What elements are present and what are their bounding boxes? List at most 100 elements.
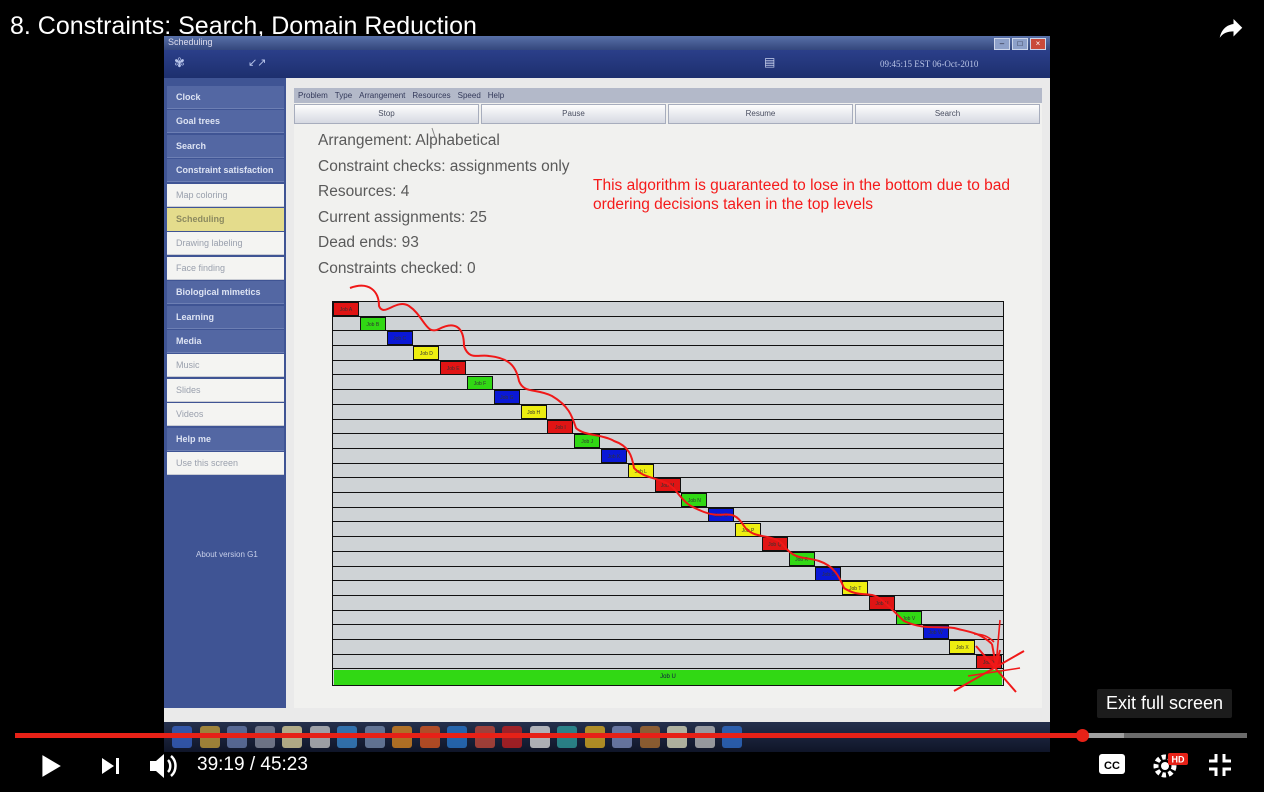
sidebar-item-use-this-screen[interactable]: Use this screen xyxy=(167,452,284,475)
minimize-button[interactable]: – xyxy=(994,38,1010,50)
resources-info: Resources: 4 xyxy=(318,183,410,201)
job-block-red: Job U xyxy=(869,596,895,610)
sidebar-item-media[interactable]: Media xyxy=(167,330,284,353)
app-logo-icon: ✾ xyxy=(174,55,185,70)
constraints-checked-info: Constraints checked: 0 xyxy=(318,260,476,277)
exit-fullscreen-tooltip: Exit full screen xyxy=(1097,689,1233,718)
scrub-handle[interactable] xyxy=(1075,729,1089,742)
grid-row xyxy=(333,537,1003,552)
menu-type[interactable]: Type xyxy=(335,88,352,103)
sidebar: Clock Goal trees Search Constraint satisfac… xyxy=(164,78,286,708)
clock-display: 09:45:15 EST 06-Oct-2010 xyxy=(880,59,979,69)
grid-row xyxy=(333,302,1003,317)
job-block-yellow: Job T xyxy=(842,581,869,596)
grid-row xyxy=(333,331,1003,347)
app-header: ✾ ↙↗ ▤ 09:45:15 EST 06-Oct-2010 xyxy=(164,50,1050,78)
exit-fullscreen-icon[interactable] xyxy=(1207,752,1233,778)
main-panel: Problem Type Arrangement Resources Speed Help… xyxy=(294,88,1042,708)
app-window: Scheduling – □ × ✾ ↙↗ ▤ 09:45:15 EST 06-… xyxy=(164,36,1050,726)
job-block-red: Job Q xyxy=(761,537,788,552)
sidebar-item-map-coloring[interactable]: Map coloring xyxy=(167,183,284,207)
menu-speed[interactable]: Speed xyxy=(458,88,481,103)
resume-button[interactable]: Resume xyxy=(668,104,853,124)
volume-icon[interactable] xyxy=(148,751,180,781)
job-block-blue: Job S xyxy=(815,566,842,581)
arrangement-info: Arrangement: Alphabetical xyxy=(318,132,500,149)
grid-row xyxy=(333,390,1003,405)
grid-row xyxy=(333,361,1003,376)
sidebar-item-search[interactable]: Search xyxy=(167,134,284,158)
job-block-red: Job E xyxy=(440,360,467,375)
play-icon[interactable] xyxy=(37,753,63,779)
job-block-yellow: Job D xyxy=(413,346,440,361)
played-bar xyxy=(15,733,1082,738)
job-block-green: Job N xyxy=(681,493,708,508)
job-block-green: Job V xyxy=(895,610,922,625)
grid-row xyxy=(333,552,1003,567)
menu-help[interactable]: Help xyxy=(488,88,504,103)
grid-row xyxy=(333,434,1003,449)
sidebar-item-constraint-satisfaction[interactable]: Constraint satisfaction xyxy=(167,159,284,183)
time-display: 39:19 / 45:23 xyxy=(197,754,308,775)
sidebar-item-videos[interactable]: Videos xyxy=(167,403,284,427)
window-titlebar: Scheduling – □ × xyxy=(164,36,1050,50)
job-block-green: Job R xyxy=(788,551,815,566)
red-annotation-text: This algorithm is guaranteed to lose in … xyxy=(593,177,1011,213)
grid-row xyxy=(333,508,1003,523)
grid-row xyxy=(333,420,1003,435)
grid-row xyxy=(333,405,1003,420)
sidebar-item-face-finding[interactable]: Face finding xyxy=(167,256,284,280)
job-block-blue: Job K xyxy=(601,449,627,463)
sidebar-item-help-me[interactable]: Help me xyxy=(167,427,284,451)
captions-icon[interactable]: CC xyxy=(1098,753,1126,775)
menu-arrangement[interactable]: Arrangement xyxy=(359,88,405,103)
schedule-grid: Job U Job A Job B Job C Job D Job E Job F Job … xyxy=(332,301,1004,686)
close-button[interactable]: × xyxy=(1030,38,1046,50)
menu-problem[interactable]: Problem xyxy=(298,88,328,103)
grid-row xyxy=(333,376,1003,391)
grid-row xyxy=(333,581,1003,596)
about-version[interactable]: About version G1 xyxy=(196,550,258,559)
grid-row xyxy=(333,625,1003,641)
stop-button[interactable]: Stop xyxy=(294,104,479,124)
sidebar-item-goal-trees[interactable]: Goal trees xyxy=(167,110,284,134)
pause-button[interactable]: Pause xyxy=(481,104,666,124)
svg-text:CC: CC xyxy=(1104,760,1120,772)
sidebar-item-learning[interactable]: Learning xyxy=(167,305,284,329)
next-icon[interactable] xyxy=(99,754,123,778)
menu-bar: Problem Type Arrangement Resources Speed Help xyxy=(294,88,1042,103)
sidebar-item-scheduling[interactable]: Scheduling xyxy=(167,208,284,231)
job-block-red: Job Y xyxy=(976,654,1003,669)
share-icon[interactable] xyxy=(1214,14,1248,44)
menu-resources[interactable]: Resources xyxy=(412,88,450,103)
grid-row xyxy=(333,640,1003,655)
grid-row xyxy=(333,493,1003,508)
maximize-button[interactable]: □ xyxy=(1012,38,1028,50)
job-block-red: Job A xyxy=(333,302,359,316)
printer-icon[interactable]: ▤ xyxy=(764,55,775,69)
job-block-blue: Job G xyxy=(493,390,520,405)
unassigned-job-bar: Job U xyxy=(334,670,1002,685)
sidebar-item-slides[interactable]: Slides xyxy=(167,378,284,402)
settings-icon[interactable]: HD xyxy=(1151,750,1189,780)
job-block-yellow: Job H xyxy=(520,404,547,419)
back-forward-icon[interactable]: ↙↗ xyxy=(248,56,266,69)
job-block-green: Job B xyxy=(359,316,386,331)
current-assignments-info: Current assignments: 25 xyxy=(318,208,487,226)
sidebar-item-drawing-labeling[interactable]: Drawing labeling xyxy=(167,232,284,256)
sidebar-item-clock[interactable]: Clock xyxy=(167,86,284,109)
job-block-yellow: Job L xyxy=(627,463,654,478)
job-block-red: Job M xyxy=(654,478,681,493)
job-block-yellow: Job P xyxy=(735,522,761,537)
dead-ends-info: Dead ends: 93 xyxy=(318,234,419,252)
progress-bar[interactable] xyxy=(15,729,1247,742)
sidebar-item-music[interactable]: Music xyxy=(167,354,284,378)
grid-row xyxy=(333,464,1003,479)
job-block-yellow: Job X xyxy=(949,640,976,655)
job-block-green: Job J xyxy=(574,434,601,449)
search-button[interactable]: Search xyxy=(855,104,1040,124)
sidebar-item-biological-mimetics[interactable]: Biological mimetics xyxy=(167,281,284,305)
grid-row xyxy=(333,567,1003,582)
grid-row xyxy=(333,596,1003,611)
svg-text:HD: HD xyxy=(1172,755,1185,765)
